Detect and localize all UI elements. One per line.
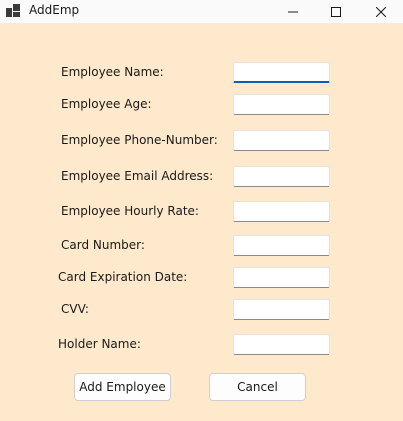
title-bar[interactable]: AddEmp [0,0,403,23]
employee-email-input[interactable] [233,166,330,187]
close-button[interactable] [358,0,403,23]
cvv-input[interactable] [233,299,330,320]
card-expiration-input[interactable] [233,267,330,288]
holder-name-label: Holder Name: [58,337,141,351]
cvv-label: CVV: [61,302,89,316]
employee-email-label: Employee Email Address: [61,169,214,183]
employee-age-input[interactable] [233,94,330,115]
card-expiration-label: Card Expiration Date: [58,270,188,284]
cancel-button[interactable]: Cancel [209,373,306,401]
close-icon [376,6,386,17]
employee-hourly-rate-input[interactable] [233,201,330,222]
maximize-icon [331,6,341,17]
employee-age-label: Employee Age: [61,97,152,111]
employee-phone-label: Employee Phone-Number: [61,133,218,147]
minimize-icon [288,11,298,12]
add-employee-button[interactable]: Add Employee [74,373,171,401]
holder-name-input[interactable] [233,334,330,355]
employee-name-label: Employee Name: [61,65,164,79]
employee-phone-input[interactable] [233,130,330,151]
employee-name-input[interactable] [233,62,330,83]
maximize-button[interactable] [313,0,359,23]
minimize-button[interactable] [270,0,316,23]
employee-hourly-rate-label: Employee Hourly Rate: [61,204,199,218]
window-title: AddEmp [29,3,80,17]
card-number-input[interactable] [233,235,330,256]
card-number-label: Card Number: [61,238,145,252]
app-icon [6,4,20,18]
